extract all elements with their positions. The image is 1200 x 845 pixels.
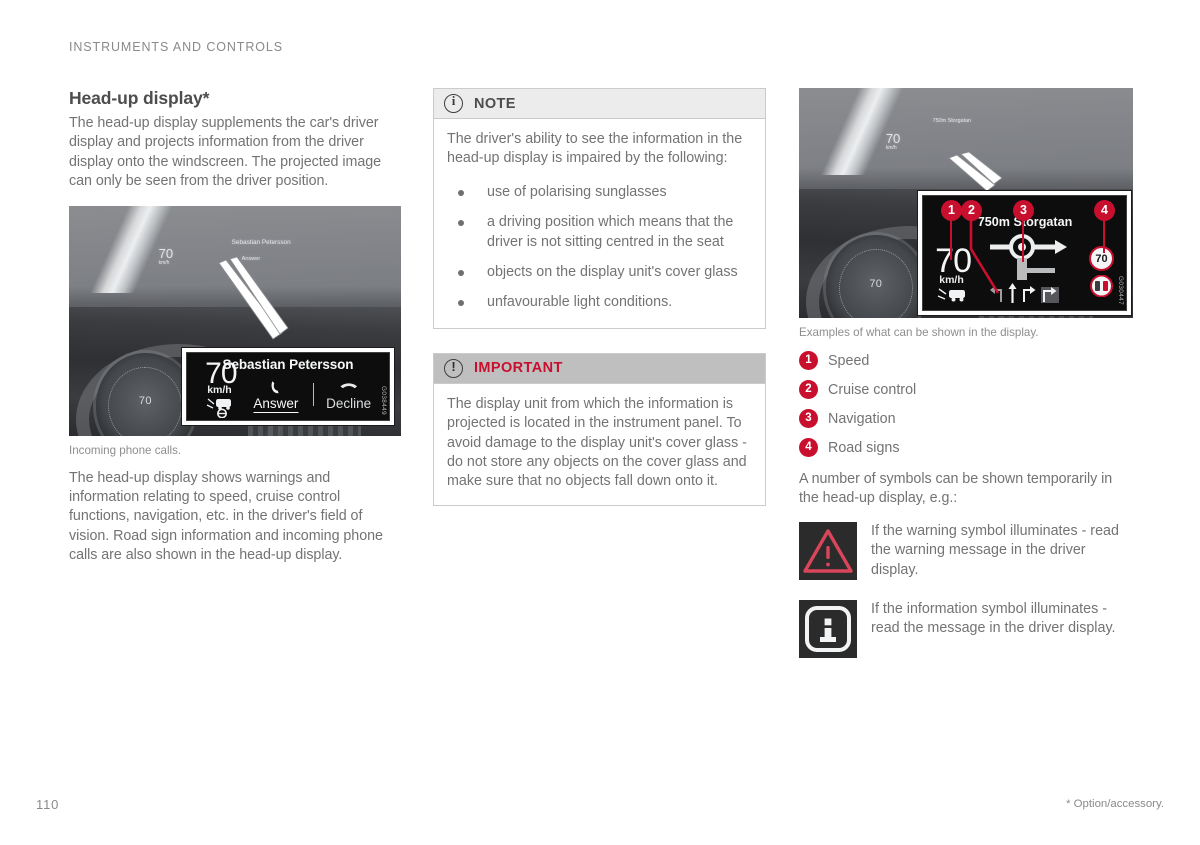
note-bullet-list: use of polarising sunglasses a driving p… — [447, 183, 752, 313]
warning-symbol-tile — [799, 521, 857, 580]
warning-symbol-text: If the warning symbol illuminates - read… — [871, 522, 1119, 578]
symbol-row-information: If the information symbol illuminates - … — [799, 600, 1133, 659]
hud-decline-button[interactable]: Decline — [326, 396, 371, 411]
list-item: 3 Navigation — [799, 409, 1133, 428]
warning-triangle-icon — [803, 529, 853, 573]
note-box-body: The driver's ability to see the informat… — [434, 119, 765, 328]
phone-hangup-icon — [340, 383, 357, 389]
page-title: Head-up display* — [69, 88, 210, 108]
display-key-list: 1 Speed 2 Cruise control 3 Navigation 4 … — [799, 351, 1133, 457]
figure-incoming-phone-calls: 70 70 km/h Sebastian Petersson Answer 70… — [69, 205, 401, 458]
figure-caption: Incoming phone calls. — [69, 443, 182, 457]
key-badge-3: 3 — [799, 409, 818, 428]
symbol-row-warning: If the warning symbol illuminates - read… — [799, 521, 1133, 580]
list-item: use of polarising sunglasses — [447, 183, 752, 202]
callout-stem-3 — [1022, 218, 1025, 262]
exclamation-circle-icon — [444, 358, 463, 378]
callout-badge-1: 1 — [941, 200, 962, 221]
information-i-icon — [805, 606, 851, 653]
footnote-option-accessory: * Option/accessory. — [1066, 798, 1164, 810]
list-item: 2 Cruise control — [799, 380, 1133, 399]
hud-speed-unit: km/h — [939, 273, 964, 286]
intro-paragraph: The head-up display supplements the car'… — [69, 115, 382, 190]
hud-answer-button[interactable]: Answer — [253, 396, 299, 413]
left-column: Head-up display* The head-up display sup… — [69, 88, 401, 566]
road-sign-stack: 70 — [1089, 246, 1114, 302]
important-body-text: The display unit from which the informat… — [447, 395, 747, 490]
hud-inset-phone-call: 70 km/h Sebastian Petersson Answer Decli… — [181, 346, 395, 426]
key-badge-4: 4 — [799, 438, 818, 457]
information-symbol-tile — [799, 600, 857, 659]
callout-badge-2: 2 — [961, 200, 982, 221]
distance-warning-icon — [206, 398, 232, 418]
figure-image-code: G030447 — [1117, 275, 1124, 305]
key-label-cruise-control: Cruise control — [828, 381, 917, 398]
list-item: objects on the display unit's cover glas… — [447, 263, 752, 282]
hud-inset-display-examples: 70 km/h 750m Storgatan 70 G030447 1 2 3 … — [917, 190, 1132, 316]
figure-display-examples: 70 70 km/h 750m Storgatan 70 km/h 750m S… — [799, 88, 1133, 340]
list-item: a driving position which means that the … — [447, 213, 752, 252]
note-box-header: NOTE — [434, 89, 765, 119]
no-overtaking-sign-icon — [1090, 274, 1113, 298]
hud-speed-unit: km/h — [207, 384, 232, 397]
outro-paragraph: The head-up display shows warnings and i… — [69, 469, 383, 564]
lane-right-turn-active-icon — [1040, 287, 1059, 304]
callout-badge-3: 3 — [1013, 200, 1034, 221]
photo-windscreen-hud-phone: 70 70 km/h Sebastian Petersson Answer 70… — [69, 205, 401, 436]
important-box: IMPORTANT The display unit from which th… — [433, 352, 766, 506]
hud-caller-name: Sebastian Petersson — [222, 357, 354, 373]
phone-handset-icon — [271, 381, 279, 394]
speed-limit-sign: 70 — [1089, 246, 1114, 272]
note-intro-text: The driver's ability to see the informat… — [447, 131, 743, 167]
figure-image-code: G038449 — [380, 385, 387, 415]
lane-straight-icon — [1008, 283, 1017, 304]
hud-divider — [313, 383, 315, 407]
key-label-road-signs: Road signs — [828, 439, 900, 456]
symbols-intro-paragraph: A number of symbols can be shown tempora… — [799, 471, 1113, 507]
photo-windscreen-hud-nav: 70 70 km/h 750m Storgatan 70 km/h 750m S… — [799, 88, 1133, 318]
callout-stem-4 — [1103, 218, 1106, 253]
right-column: 70 70 km/h 750m Storgatan 70 km/h 750m S… — [799, 88, 1133, 659]
lane-right-turn-icon — [1022, 286, 1036, 303]
list-item: 4 Road signs — [799, 438, 1133, 457]
note-box: NOTE The driver's ability to see the inf… — [433, 88, 766, 329]
key-badge-2: 2 — [799, 380, 818, 399]
callout-badge-4: 4 — [1094, 200, 1115, 221]
callout-stem-2 — [969, 215, 1000, 294]
list-item: 1 Speed — [799, 351, 1133, 370]
important-box-body: The display unit from which the informat… — [434, 384, 765, 505]
list-item: unfavourable light conditions. — [447, 293, 752, 312]
important-box-title: IMPORTANT — [474, 360, 563, 377]
key-badge-1: 1 — [799, 351, 818, 370]
information-symbol-text: If the information symbol illuminates - … — [871, 601, 1116, 637]
info-circle-icon — [444, 93, 463, 113]
important-box-header: IMPORTANT — [434, 353, 765, 384]
figure-caption: Examples of what can be shown in the dis… — [799, 326, 1039, 339]
page-number: 110 — [36, 797, 60, 812]
note-box-title: NOTE — [474, 95, 516, 112]
key-label-speed: Speed — [828, 352, 870, 369]
callout-stem-1 — [950, 218, 953, 260]
middle-column: NOTE The driver's ability to see the inf… — [433, 88, 766, 523]
key-label-navigation: Navigation — [828, 410, 896, 427]
running-header: INSTRUMENTS AND CONTROLS — [69, 40, 283, 54]
